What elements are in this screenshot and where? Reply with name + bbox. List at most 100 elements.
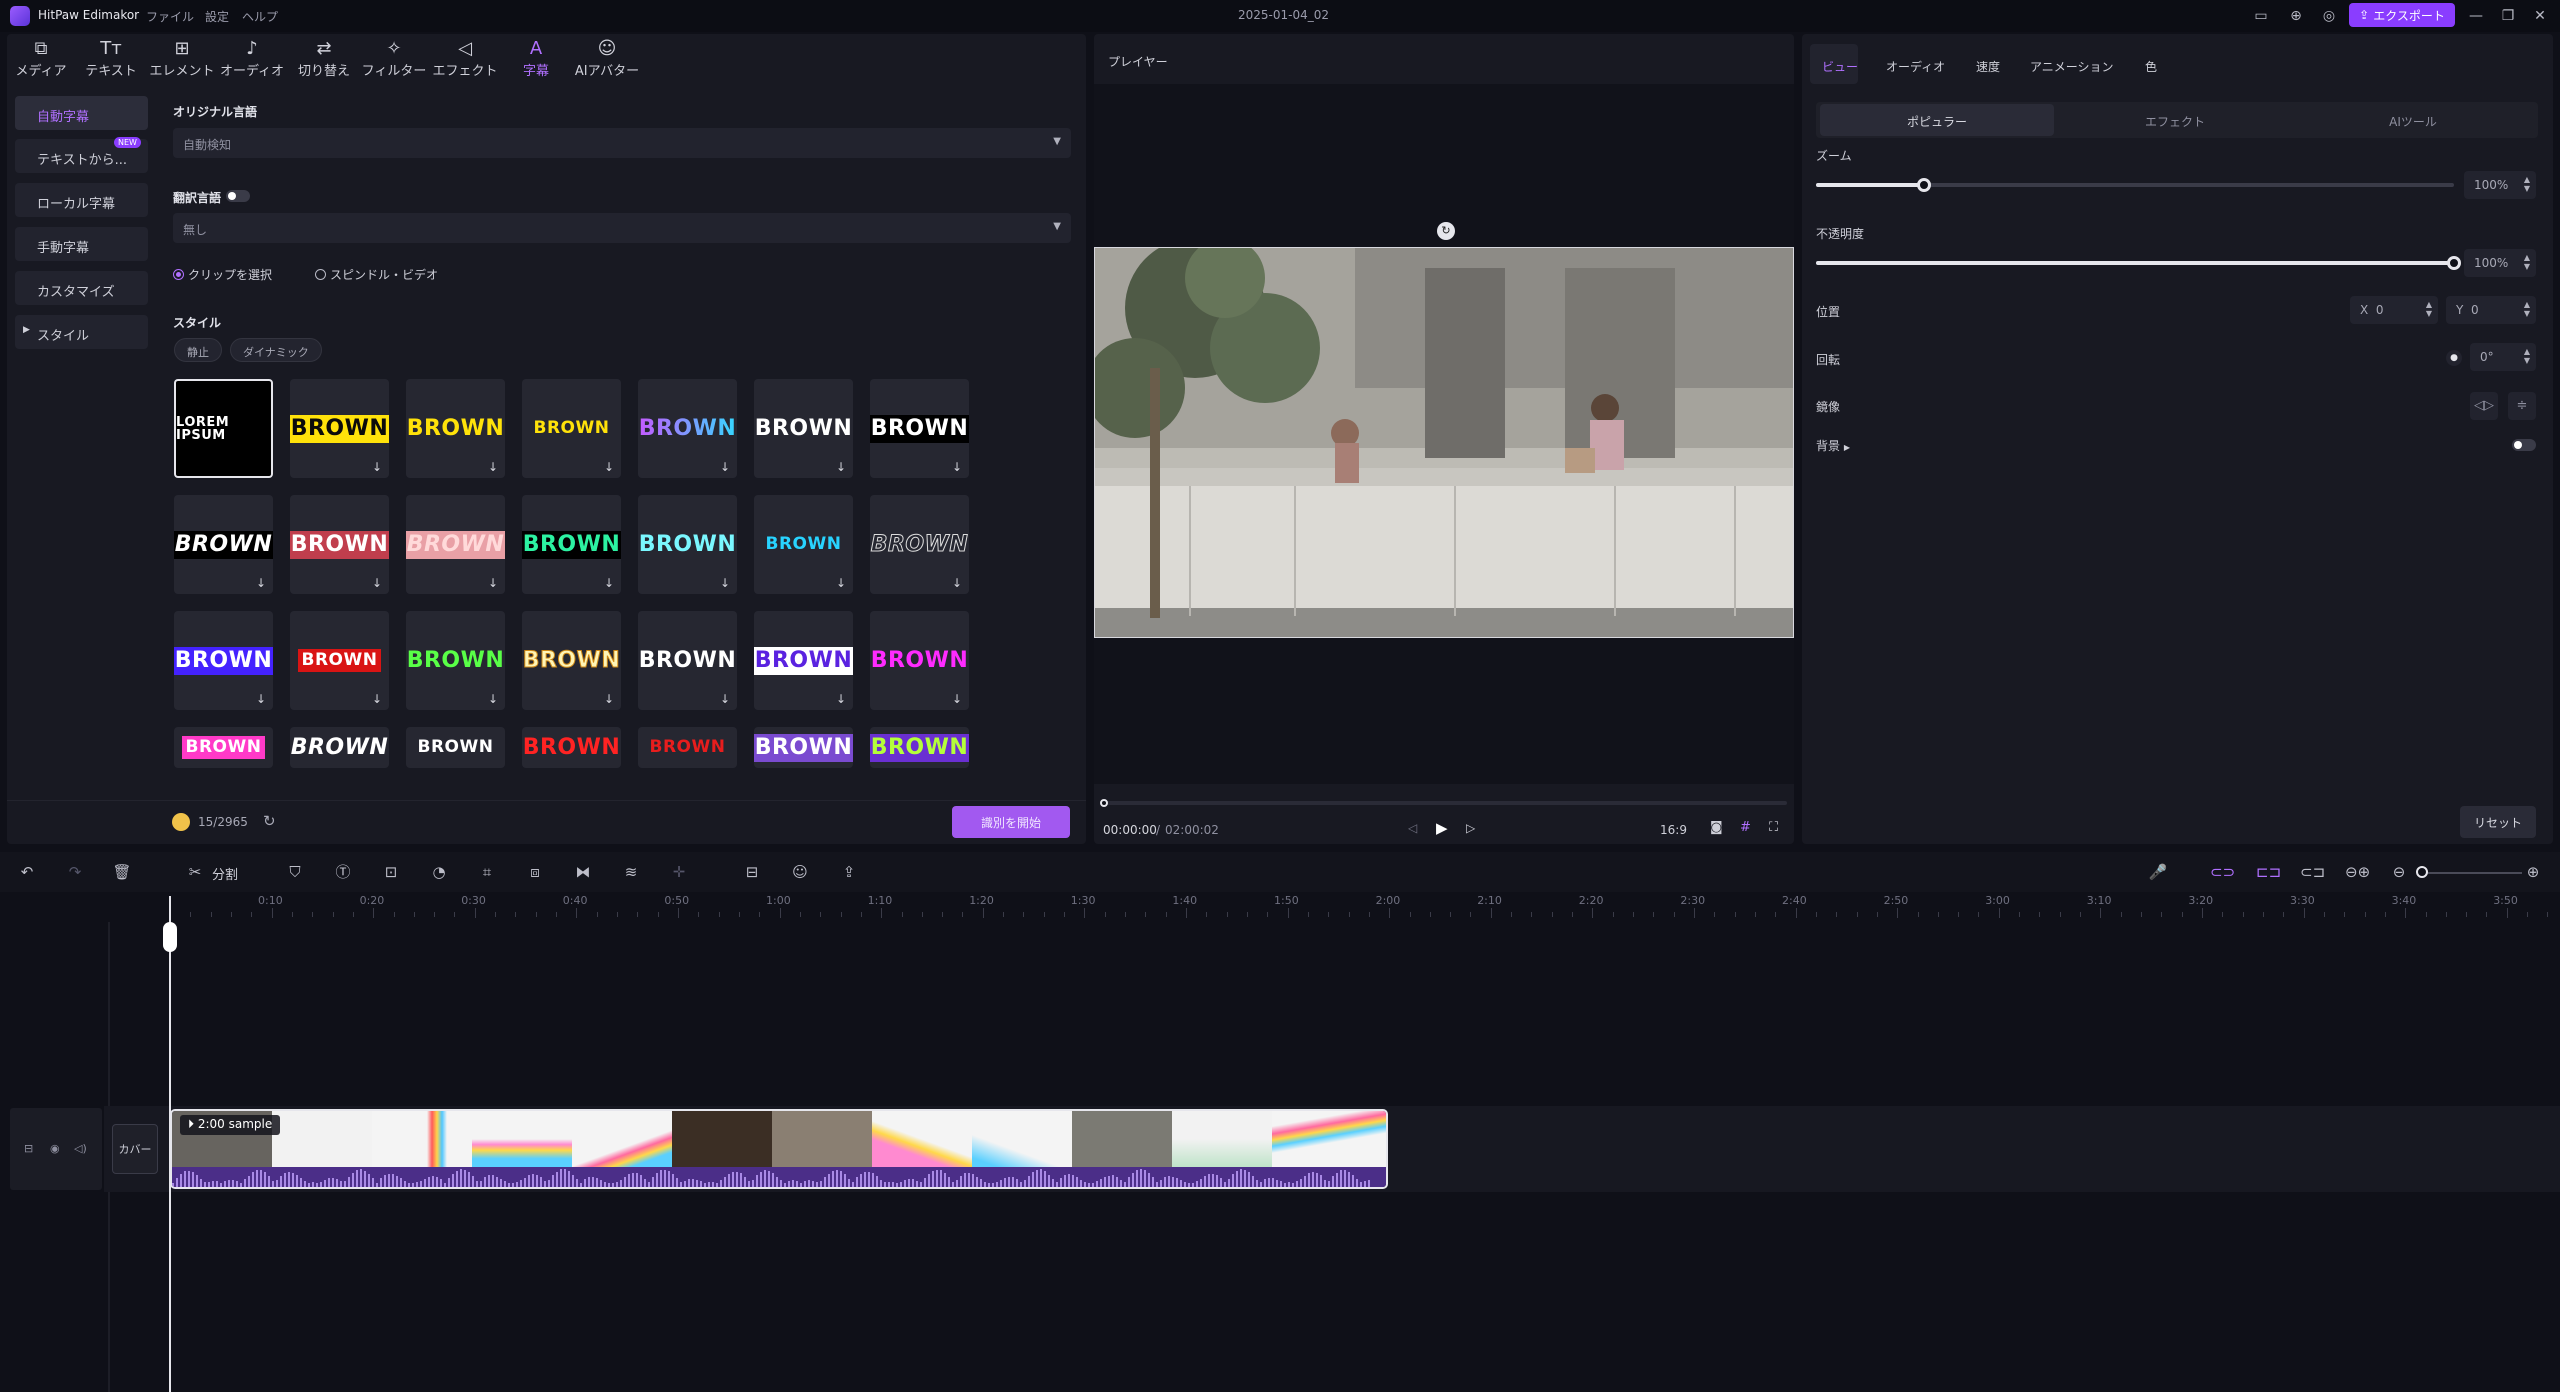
subtab-popular[interactable]: ポピュラー: [1820, 104, 2054, 136]
download-icon[interactable]: ↓: [604, 460, 614, 474]
split-track-icon[interactable]: ⊂⊐: [2300, 862, 2325, 882]
tool-filter[interactable]: ✧ フィルター: [358, 38, 430, 84]
delete-icon[interactable]: 🗑: [111, 862, 133, 882]
opacity-input[interactable]: 100% ▲ ▼: [2464, 249, 2536, 277]
person-icon[interactable]: ☺: [789, 862, 811, 882]
fit-icon[interactable]: ⊖⊕: [2345, 862, 2370, 882]
tool-ai-avatar[interactable]: ☺ AIアバター: [571, 38, 643, 84]
side-local-caption[interactable]: ローカル字幕: [15, 183, 148, 217]
radio-select-clip[interactable]: クリップを選択: [173, 266, 272, 283]
export-clip-icon[interactable]: ⇪: [838, 862, 860, 882]
menu-file[interactable]: ファイル: [146, 8, 194, 25]
background-label[interactable]: 背景 ▶: [1816, 437, 1850, 454]
zoom-out-icon[interactable]: ⊖: [2388, 862, 2410, 882]
prev-frame-icon[interactable]: ◁: [1408, 821, 1417, 835]
tool-transition[interactable]: ⇄ 切り替え: [288, 38, 360, 84]
download-icon[interactable]: ↓: [720, 692, 730, 706]
style-tile[interactable]: BROWN ↓: [870, 495, 969, 594]
style-tile[interactable]: BROWN ↓: [638, 495, 737, 594]
mirror-icon[interactable]: ⧓: [572, 862, 594, 882]
subtab-effect[interactable]: エフェクト: [2058, 104, 2292, 136]
playhead-handle[interactable]: [163, 922, 177, 952]
minimize-icon[interactable]: —: [2466, 6, 2486, 26]
download-icon[interactable]: ↓: [488, 576, 498, 590]
chip-dynamic[interactable]: ダイナミック: [230, 338, 322, 362]
style-tile[interactable]: BROWN ↓: [870, 379, 969, 478]
side-auto-caption[interactable]: 自動字幕: [15, 96, 148, 130]
tool-audio[interactable]: ♪ オーディオ: [216, 38, 288, 84]
tool-effect[interactable]: ◁ エフェクト: [429, 38, 501, 84]
download-icon[interactable]: ↓: [372, 692, 382, 706]
chip-static[interactable]: 静止: [174, 338, 222, 362]
download-icon[interactable]: ↓: [604, 692, 614, 706]
speed-icon[interactable]: ◔: [428, 862, 450, 882]
rotation-input[interactable]: 0° ▲ ▼: [2470, 343, 2536, 371]
freeze-icon[interactable]: ⧈: [524, 862, 546, 882]
opacity-slider[interactable]: [1816, 256, 2461, 270]
stabilize-icon[interactable]: ✛: [668, 862, 690, 882]
link-icon[interactable]: ⊂⊃: [2210, 862, 2235, 882]
progress-knob[interactable]: [1100, 799, 1108, 807]
download-icon[interactable]: ↓: [836, 692, 846, 706]
refresh-icon[interactable]: ↻: [263, 812, 276, 830]
eye-icon[interactable]: ◉: [50, 1142, 60, 1155]
download-icon[interactable]: ↓: [256, 692, 266, 706]
subtab-ai-tools[interactable]: AIツール: [2296, 104, 2530, 136]
download-icon[interactable]: ↓: [604, 576, 614, 590]
style-tile[interactable]: BROWN ↓: [406, 495, 505, 594]
side-style[interactable]: ▶ スタイル: [15, 315, 148, 349]
style-tile[interactable]: BROWN: [290, 727, 389, 768]
mute-icon[interactable]: ◁): [74, 1142, 87, 1155]
menu-help[interactable]: ヘルプ: [242, 8, 278, 25]
restore-icon[interactable]: ❐: [2498, 6, 2518, 26]
style-tile[interactable]: BROWN ↓: [638, 611, 737, 710]
lock-icon[interactable]: ⊟: [24, 1142, 33, 1155]
style-tile[interactable]: BROWN: [870, 727, 969, 768]
style-tile[interactable]: BROWN ↓: [290, 379, 389, 478]
adjust-icon[interactable]: ≋: [620, 862, 642, 882]
tool-element[interactable]: ⊞ エレメント: [146, 38, 218, 84]
start-recognition-button[interactable]: 識別を開始: [952, 806, 1070, 838]
style-tile[interactable]: BROWN ↓: [290, 611, 389, 710]
shield-icon[interactable]: ⛉: [284, 862, 306, 882]
download-icon[interactable]: ↓: [372, 576, 382, 590]
account-icon[interactable]: ◎: [2319, 6, 2339, 26]
download-icon[interactable]: ↓: [372, 460, 382, 474]
cover-button[interactable]: カバー: [112, 1124, 158, 1174]
flip-horizontal-icon[interactable]: ◁▷: [2470, 392, 2498, 420]
style-tile[interactable]: BROWN ↓: [754, 611, 853, 710]
style-tile[interactable]: BROWN: [174, 727, 273, 768]
download-icon[interactable]: ↓: [836, 460, 846, 474]
style-tile[interactable]: BROWN ↓: [870, 611, 969, 710]
redo-icon[interactable]: ↷: [64, 862, 86, 882]
style-tile[interactable]: BROWN ↓: [754, 379, 853, 478]
translate-dropdown[interactable]: 無し ▼: [173, 213, 1071, 243]
tab-color[interactable]: 色: [2145, 58, 2157, 75]
grid-icon[interactable]: #: [1740, 820, 1751, 835]
zoom-slider[interactable]: [1816, 178, 2454, 192]
next-frame-icon[interactable]: ▷: [1466, 821, 1475, 835]
radio-spindle-video[interactable]: スピンドル・ビデオ: [315, 266, 438, 283]
text-box-icon[interactable]: Ⓣ: [332, 862, 354, 882]
snap-icon[interactable]: ⊏⊐: [2256, 862, 2281, 882]
timeline-zoom-slider[interactable]: [2420, 872, 2522, 874]
rotate-handle-icon[interactable]: ↻: [1437, 222, 1455, 240]
player-progress[interactable]: [1103, 801, 1787, 805]
style-tile[interactable]: BROWN ↓: [406, 611, 505, 710]
download-icon[interactable]: ↓: [952, 576, 962, 590]
style-tile[interactable]: BROWN ↓: [522, 611, 621, 710]
snapshot-icon[interactable]: ◙: [1710, 820, 1723, 835]
translate-toggle[interactable]: [226, 190, 250, 202]
original-language-dropdown[interactable]: 自動検知 ▼: [173, 128, 1071, 158]
undo-icon[interactable]: ↶: [16, 862, 38, 882]
style-tile[interactable]: BROWN ↓: [290, 495, 389, 594]
zoom-in-icon[interactable]: ⊕: [2522, 862, 2544, 882]
crop-icon[interactable]: ⌗: [476, 862, 498, 882]
style-tile[interactable]: BROWN: [522, 727, 621, 768]
tab-audio[interactable]: オーディオ: [1886, 58, 1945, 75]
flip-vertical-icon[interactable]: ≑: [2508, 392, 2536, 420]
video-frame[interactable]: [1094, 247, 1794, 638]
tool-subtitle[interactable]: A 字幕: [500, 38, 572, 84]
close-icon[interactable]: ✕: [2530, 6, 2550, 26]
feedback-icon[interactable]: ▭: [2251, 6, 2271, 26]
